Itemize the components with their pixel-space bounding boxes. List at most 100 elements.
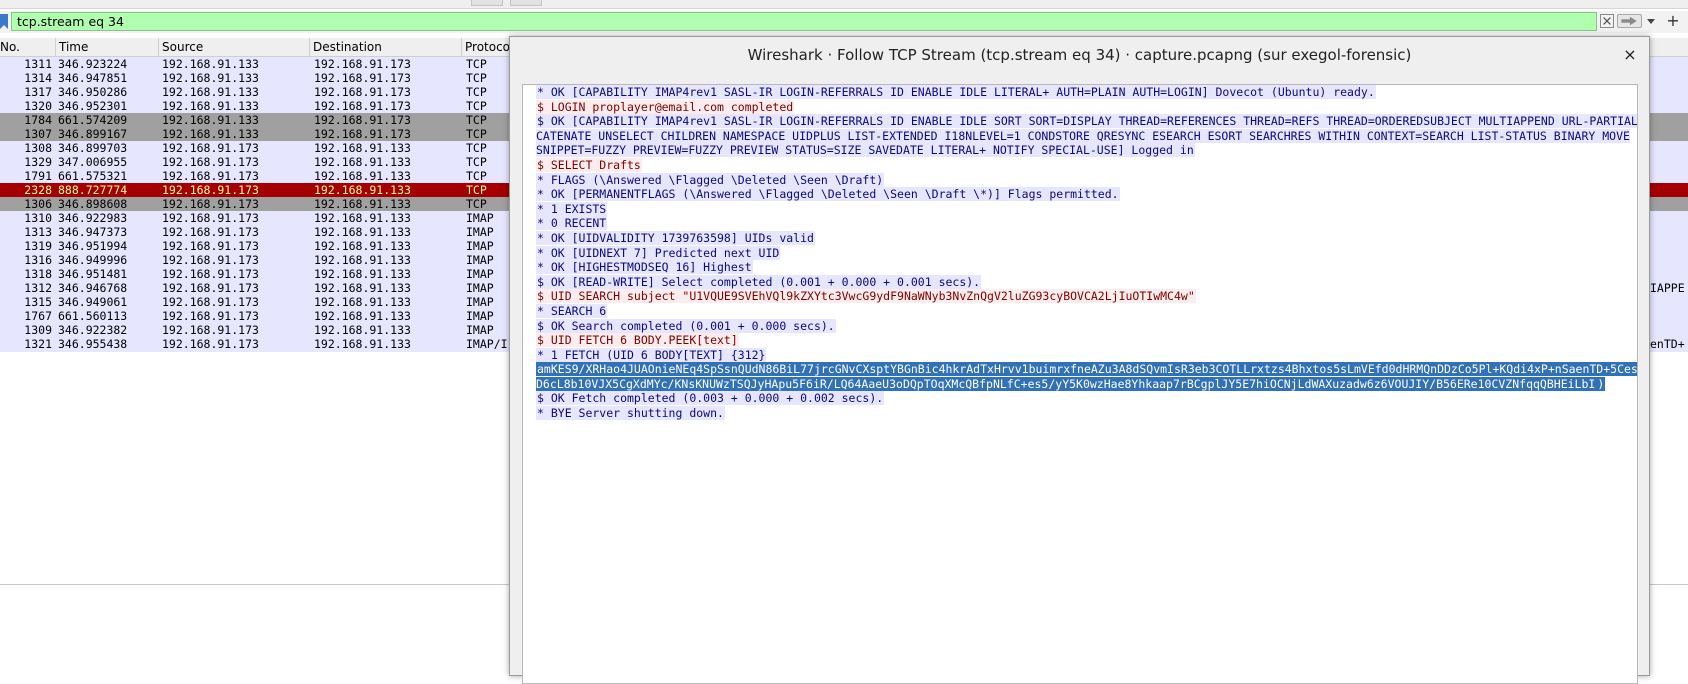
add-filter-button-icon[interactable]: +: [1664, 11, 1682, 31]
packet-no: 1308: [24, 141, 52, 155]
stream-line-text: * 1 EXISTS: [536, 201, 608, 216]
packet-no: 1767: [24, 309, 52, 323]
toolbar-button[interactable]: [510, 0, 542, 6]
packet-info: enTD+: [1650, 337, 1685, 351]
stream-line-text: * OK [UIDVALIDITY 1739763598] UIDs valid: [536, 230, 815, 245]
bookmark-icon[interactable]: [0, 14, 8, 29]
column-header-destination[interactable]: Destination: [310, 38, 462, 56]
server-stream-line: * 0 RECENT: [536, 216, 1637, 231]
packet-time: 346.922382: [58, 323, 128, 337]
packet-destination: 192.168.91.173: [314, 85, 411, 99]
server-stream-line: * OK [PERMANENTFLAGS (\Answered \Flagged…: [536, 187, 1637, 202]
stream-content[interactable]: * OK [CAPABILITY IMAP4rev1 SASL-IR LOGIN…: [522, 84, 1638, 684]
packet-destination: 192.168.91.133: [314, 211, 411, 225]
stream-text: * OK [CAPABILITY IMAP4rev1 SASL-IR LOGIN…: [536, 85, 1638, 421]
packet-time: 661.574209: [58, 113, 128, 127]
server-stream-line: $ OK [READ-WRITE] Select completed (0.00…: [536, 274, 1637, 290]
packet-time: 346.951994: [58, 239, 128, 253]
client-stream-line: $ UID SEARCH subject "U1VQUE9SVEhVQl9kZX…: [536, 289, 1637, 304]
packet-time: 661.560113: [58, 309, 128, 323]
packet-no: 1320: [24, 99, 52, 113]
packet-source: 192.168.91.133: [162, 127, 259, 141]
packet-destination: 192.168.91.133: [314, 281, 411, 295]
stream-line-text: $ LOGIN proplayer@email.com completed: [536, 99, 795, 114]
server-stream-line: * 1 FETCH (UID 6 BODY[TEXT] {312}: [536, 347, 1637, 363]
server-stream-line: $ OK [CAPABILITY IMAP4rev1 SASL-IR LOGIN…: [536, 114, 1637, 158]
packet-source: 192.168.91.173: [162, 141, 259, 155]
packet-source: 192.168.91.133: [162, 99, 259, 113]
main-toolbar: [0, 0, 1688, 9]
packet-destination: 192.168.91.133: [314, 267, 411, 281]
packet-no: 1317: [24, 85, 52, 99]
stream-line-text: * 1 FETCH (UID 6 BODY[TEXT] {312}: [536, 347, 767, 362]
packet-source: 192.168.91.173: [162, 183, 259, 197]
server-stream-line: * OK [CAPABILITY IMAP4rev1 SASL-IR LOGIN…: [536, 85, 1637, 100]
packet-no: 1784: [24, 113, 52, 127]
packet-source: 192.168.91.133: [162, 71, 259, 85]
packet-source: 192.168.91.173: [162, 337, 259, 351]
stream-line-text: * BYE Server shutting down.: [536, 406, 725, 421]
packet-no: 1313: [24, 225, 52, 239]
packet-destination: 192.168.91.133: [314, 239, 411, 253]
packet-destination: 192.168.91.133: [314, 295, 411, 309]
packet-time: 346.950286: [58, 85, 128, 99]
packet-no: 1318: [24, 267, 52, 281]
packet-source: 192.168.91.173: [162, 169, 259, 183]
filter-history-dropdown-icon[interactable]: [1646, 14, 1656, 28]
stream-line-text: $ OK Search completed (0.001 + 0.000 sec…: [536, 318, 836, 333]
stream-line-text: * 0 RECENT: [536, 216, 608, 231]
stream-line-text: * OK [PERMANENTFLAGS (\Answered \Flagged…: [536, 187, 1120, 202]
packet-time: 346.947373: [58, 225, 128, 239]
stream-line-text: $ OK [READ-WRITE] Select completed (0.00…: [536, 274, 982, 289]
dialog-title: Wireshark · Follow TCP Stream (tcp.strea…: [747, 46, 1412, 64]
column-header-source[interactable]: Source: [159, 38, 310, 56]
packet-destination: 192.168.91.133: [314, 309, 411, 323]
toolbar-button[interactable]: [471, 0, 503, 6]
packet-source: 192.168.91.173: [162, 239, 259, 253]
packet-source: 192.168.91.173: [162, 323, 259, 337]
packet-no: 1319: [24, 239, 52, 253]
column-header-no[interactable]: No.: [0, 38, 56, 56]
stream-line-text: $ UID SEARCH subject "U1VQUE9SVEhVQl9kZX…: [536, 289, 1196, 304]
stream-line-text: $ SELECT Drafts: [536, 157, 642, 172]
packet-no: 1311: [24, 57, 52, 71]
server-stream-line: * FLAGS (\Answered \Flagged \Deleted \Se…: [536, 172, 1637, 188]
packet-time: 346.946768: [58, 281, 128, 295]
server-stream-line: * 1 EXISTS: [536, 201, 1637, 217]
client-stream-line: $ LOGIN proplayer@email.com completed: [536, 99, 1637, 115]
packet-no: 2328: [24, 183, 52, 197]
packet-time: 346.898608: [58, 197, 128, 211]
packet-time: 661.575321: [58, 169, 128, 183]
server-stream-line: * OK [UIDVALIDITY 1739763598] UIDs valid: [536, 230, 1637, 246]
packet-time: 346.955438: [58, 337, 128, 351]
display-filter-input[interactable]: tcp.stream eq 34: [11, 12, 1597, 31]
stream-line-text: * FLAGS (\Answered \Flagged \Deleted \Se…: [536, 172, 885, 187]
packet-no: 1314: [24, 71, 52, 85]
packet-source: 192.168.91.133: [162, 57, 259, 71]
stream-line-text: amKES9/XRHao4JUAOnieNEq4SpSsnQUdN86BiL77…: [536, 362, 1638, 391]
packet-no: 1309: [24, 323, 52, 337]
display-filter-bar: tcp.stream eq 34: [0, 11, 1688, 33]
packet-source: 192.168.91.133: [162, 85, 259, 99]
selected-stream-line: amKES9/XRHao4JUAOnieNEq4SpSsnQUdN86BiL77…: [536, 362, 1638, 391]
clear-filter-icon[interactable]: [1600, 14, 1614, 28]
apply-filter-arrow-icon[interactable]: [1617, 14, 1642, 28]
packet-source: 192.168.91.173: [162, 155, 259, 169]
server-stream-line: * OK [HIGHESTMODSEQ 16] Highest: [536, 260, 1637, 275]
close-icon[interactable]: ×: [1621, 46, 1639, 64]
packet-source: 192.168.91.173: [162, 281, 259, 295]
packet-source: 192.168.91.173: [162, 211, 259, 225]
stream-line-text: * SEARCH 6: [536, 303, 608, 318]
column-header-time[interactable]: Time: [56, 38, 159, 56]
server-stream-line: * BYE Server shutting down.: [536, 406, 1637, 421]
packet-destination: 192.168.91.173: [314, 99, 411, 113]
packet-time: 888.727774: [58, 183, 128, 197]
server-stream-line: $ OK Search completed (0.001 + 0.000 sec…: [536, 318, 1637, 334]
stream-line-text: $ OK Fetch completed (0.003 + 0.000 + 0.…: [536, 391, 885, 406]
packet-destination: 192.168.91.173: [314, 57, 411, 71]
packet-destination: 192.168.91.173: [314, 113, 411, 127]
packet-time: 346.922983: [58, 211, 128, 225]
client-stream-line: $ SELECT Drafts: [536, 157, 1637, 173]
packet-time: 346.949061: [58, 295, 128, 309]
packet-no: 1310: [24, 211, 52, 225]
